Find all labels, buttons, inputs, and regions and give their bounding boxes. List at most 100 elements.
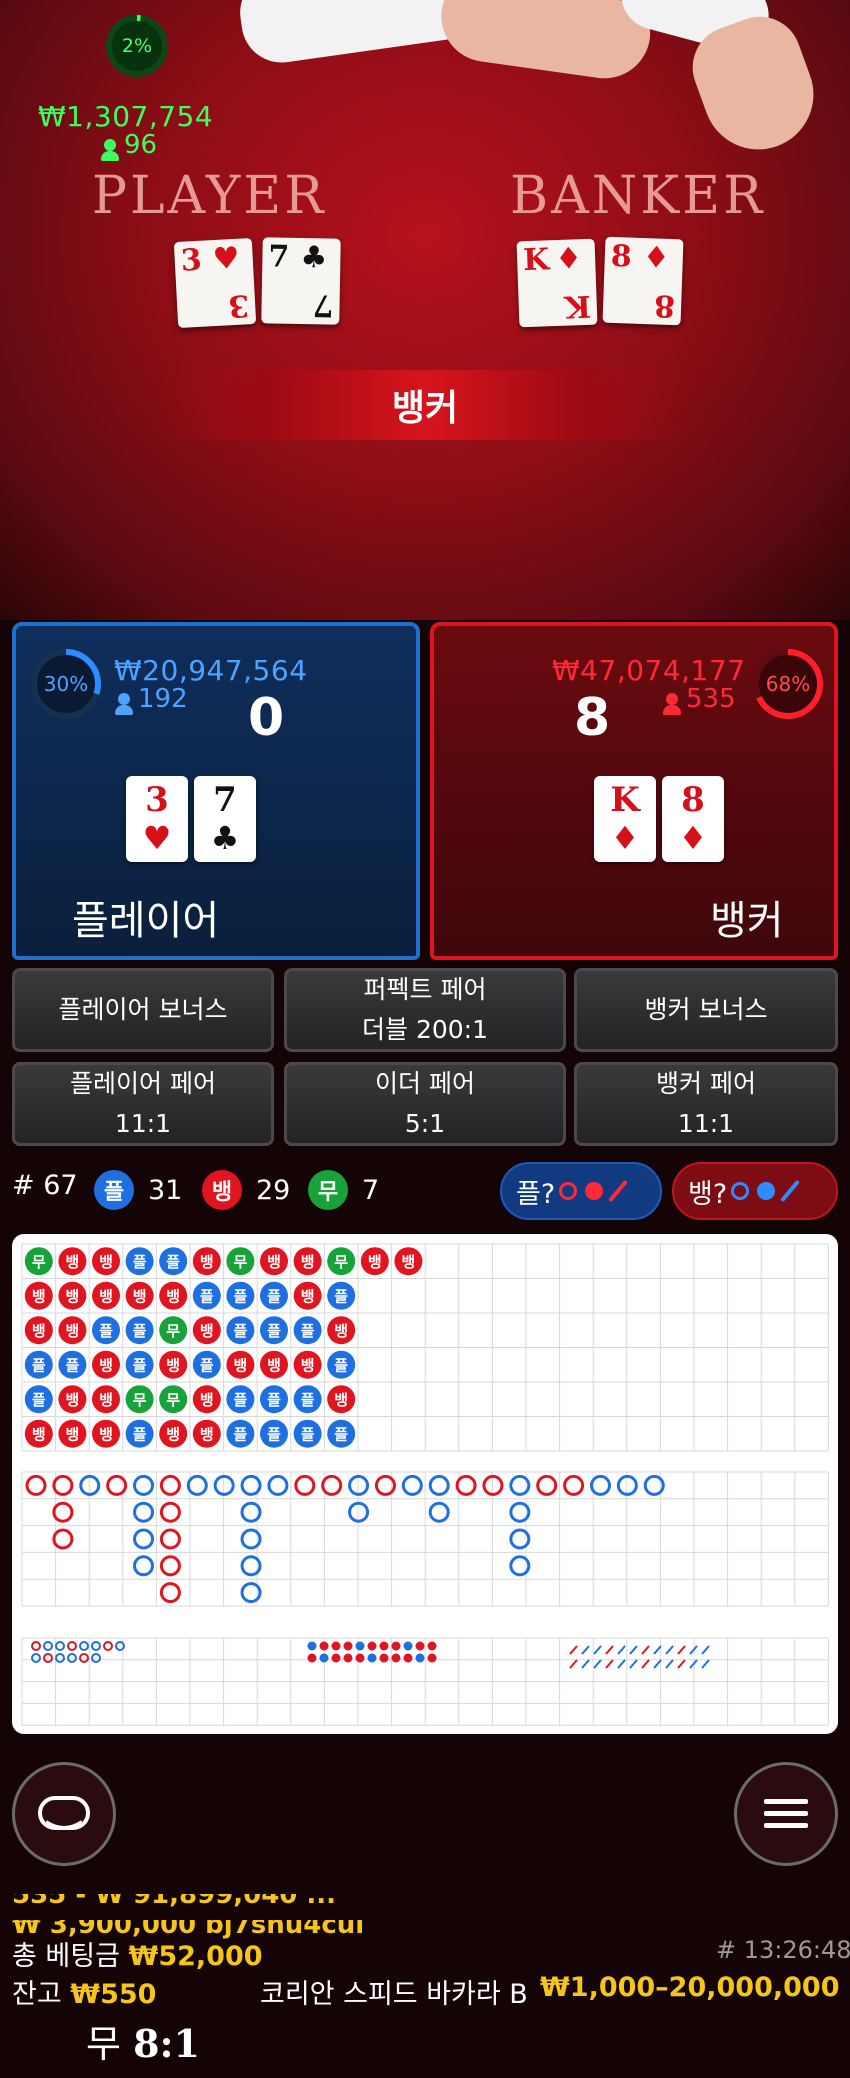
player-predict-button[interactable]: 플? bbox=[500, 1162, 662, 1220]
banker-pair-button[interactable]: 뱅커 페어 11:1 bbox=[574, 1062, 838, 1146]
big-eye-mark-13 bbox=[91, 1653, 101, 1663]
bead-label-0-11: 뱅 bbox=[401, 1253, 415, 1271]
player-bet-area[interactable]: 30% ₩20,947,564 192 0 3 ♥ 7 ♣ 플레이어 bbox=[12, 622, 420, 960]
tie-zone-label: 무 8:1 bbox=[86, 2021, 200, 2066]
video-player-card-1: 3 ♥ 3 bbox=[173, 238, 257, 328]
big-eye-mark-2 bbox=[55, 1641, 65, 1651]
small-road-mark-20 bbox=[415, 1653, 425, 1663]
big-road-mark-6 bbox=[133, 1474, 155, 1496]
bead-label-5-5: 뱅 bbox=[200, 1426, 214, 1444]
menu-button[interactable] bbox=[734, 1762, 838, 1866]
big-road-mark-14 bbox=[159, 1582, 181, 1604]
cockroach-mark-13 bbox=[581, 1659, 590, 1669]
either-pair-button[interactable]: 이더 페어 5:1 bbox=[284, 1062, 566, 1146]
bead-label-0-10: 뱅 bbox=[368, 1253, 382, 1271]
video-player-card-2: 7 ♣ 7 bbox=[261, 237, 341, 325]
big-road-mark-31 bbox=[455, 1474, 477, 1496]
dealer-hand-left bbox=[435, 0, 655, 85]
big-eye-mark-3 bbox=[67, 1641, 77, 1651]
total-bet: 총 베팅금 ₩52,000 bbox=[12, 1941, 263, 1972]
small-road-mark-2 bbox=[331, 1641, 341, 1651]
banker-bonus-button[interactable]: 뱅커 보너스 bbox=[574, 968, 838, 1052]
table-player-label: PLAYER bbox=[92, 166, 327, 226]
small-road-mark-17 bbox=[379, 1653, 389, 1663]
bead-label-0-1: 뱅 bbox=[65, 1253, 79, 1271]
small-road-mark-4 bbox=[355, 1641, 365, 1651]
big-road-mark-0 bbox=[25, 1474, 47, 1496]
cockroach-mark-5 bbox=[629, 1645, 638, 1655]
player-score: 0 bbox=[248, 688, 285, 748]
banker-bet-area[interactable]: ₩47,074,177 535 68% 8 K ♦ 8 ♦ 뱅커 bbox=[430, 622, 838, 960]
game-screen: PLAYER BANKER 3 ♥ 3 7 ♣ 7 K ♦ K 8 ♦ 8 뱅커 30% ₩20… bbox=[0, 0, 850, 2078]
bead-label-3-9: 플 bbox=[334, 1357, 348, 1375]
winner-banner: 뱅커 bbox=[160, 370, 690, 440]
cockroach-mark-16 bbox=[617, 1659, 626, 1669]
bead-label-1-0: 뱅 bbox=[32, 1288, 46, 1306]
chat-icon bbox=[38, 1796, 90, 1830]
big-road-mark-7 bbox=[133, 1501, 155, 1523]
banker-card-2: 8 ♦ bbox=[662, 776, 724, 862]
big-road-mark-15 bbox=[186, 1474, 208, 1496]
bead-label-5-6: 플 bbox=[233, 1426, 247, 1444]
cockroach-mark-1 bbox=[581, 1645, 590, 1655]
banker-bet-percent-ring: 68% bbox=[752, 648, 824, 720]
bead-label-3-2: 뱅 bbox=[99, 1357, 113, 1375]
bead-label-3-4: 뱅 bbox=[166, 1357, 180, 1375]
big-road-mark-39 bbox=[589, 1474, 611, 1496]
banker-bet-total: ₩47,074,177 bbox=[552, 654, 746, 687]
big-eye-mark-6 bbox=[103, 1641, 113, 1651]
big-road-mark-28 bbox=[401, 1474, 423, 1496]
big-road-mark-13 bbox=[159, 1555, 181, 1577]
big-eye-mark-1 bbox=[43, 1641, 53, 1651]
bead-label-1-5: 플 bbox=[200, 1288, 214, 1306]
bead-label-3-1: 플 bbox=[65, 1357, 79, 1375]
small-road-mark-19 bbox=[403, 1653, 413, 1663]
big-eye-mark-5 bbox=[91, 1641, 101, 1651]
bead-label-1-2: 뱅 bbox=[99, 1288, 113, 1306]
small-road-mark-0 bbox=[307, 1641, 317, 1651]
small-road-mark-21 bbox=[427, 1653, 437, 1663]
bead-label-0-8: 뱅 bbox=[301, 1253, 315, 1271]
chat-button[interactable] bbox=[12, 1762, 116, 1866]
cockroach-mark-18 bbox=[641, 1659, 650, 1669]
big-road-mark-9 bbox=[133, 1555, 155, 1577]
bead-label-2-7: 플 bbox=[267, 1322, 281, 1340]
bead-label-2-6: 플 bbox=[233, 1322, 247, 1340]
big-road-mark-4 bbox=[79, 1474, 101, 1496]
balance: 잔고 ₩550 bbox=[12, 1979, 157, 2010]
big-eye-mark-11 bbox=[67, 1653, 77, 1663]
perfect-pair-button[interactable]: 퍼펙트 페어 더블 200:1 bbox=[284, 968, 566, 1052]
bead-label-0-5: 뱅 bbox=[200, 1253, 214, 1271]
bead-label-1-1: 뱅 bbox=[65, 1288, 79, 1306]
big-road-mark-23 bbox=[294, 1474, 316, 1496]
bead-label-4-8: 플 bbox=[301, 1391, 315, 1409]
bead-label-4-4: 무 bbox=[166, 1391, 180, 1409]
small-road-mark-6 bbox=[379, 1641, 389, 1651]
big-eye-icon bbox=[559, 1182, 578, 1200]
bead-label-4-1: 뱅 bbox=[65, 1391, 79, 1409]
bet-limits: ₩1,000–20,000,000 bbox=[540, 1972, 840, 2003]
bead-label-4-5: 뱅 bbox=[200, 1391, 214, 1409]
bead-label-0-7: 뱅 bbox=[267, 1253, 281, 1271]
player-pair-button[interactable]: 플레이어 페어 11:1 bbox=[12, 1062, 274, 1146]
big-road-mark-8 bbox=[133, 1528, 155, 1550]
cockroach-mark-21 bbox=[677, 1659, 686, 1669]
cockroach-icon bbox=[608, 1179, 629, 1203]
player-bonus-button[interactable]: 플레이어 보너스 bbox=[12, 968, 274, 1052]
big-eye-mark-8 bbox=[31, 1653, 41, 1663]
bead-label-2-3: 플 bbox=[133, 1322, 147, 1340]
banker-bet-percent: 68% bbox=[765, 672, 811, 696]
big-eye-mark-0 bbox=[31, 1641, 41, 1651]
small-road-mark-18 bbox=[391, 1653, 401, 1663]
player-bet-percent-ring: 30% bbox=[30, 648, 102, 720]
person-icon bbox=[663, 693, 681, 715]
big-road-mark-24 bbox=[321, 1474, 343, 1496]
round-number: # 67 bbox=[12, 1170, 78, 1201]
banker-predict-button[interactable]: 뱅? bbox=[672, 1162, 838, 1220]
bead-label-2-4: 무 bbox=[166, 1322, 180, 1340]
big-road-mark-30 bbox=[428, 1501, 450, 1523]
bead-label-3-6: 뱅 bbox=[233, 1357, 247, 1375]
big-eye-mark-4 bbox=[79, 1641, 89, 1651]
roadmap-panel[interactable]: 무뱅뱅플플뱅무뱅뱅무뱅뱅뱅뱅뱅뱅뱅플플플뱅플뱅뱅플플무뱅플플플뱅플플뱅플뱅플뱅뱅… bbox=[12, 1234, 838, 1734]
bead-label-1-6: 플 bbox=[233, 1288, 247, 1306]
